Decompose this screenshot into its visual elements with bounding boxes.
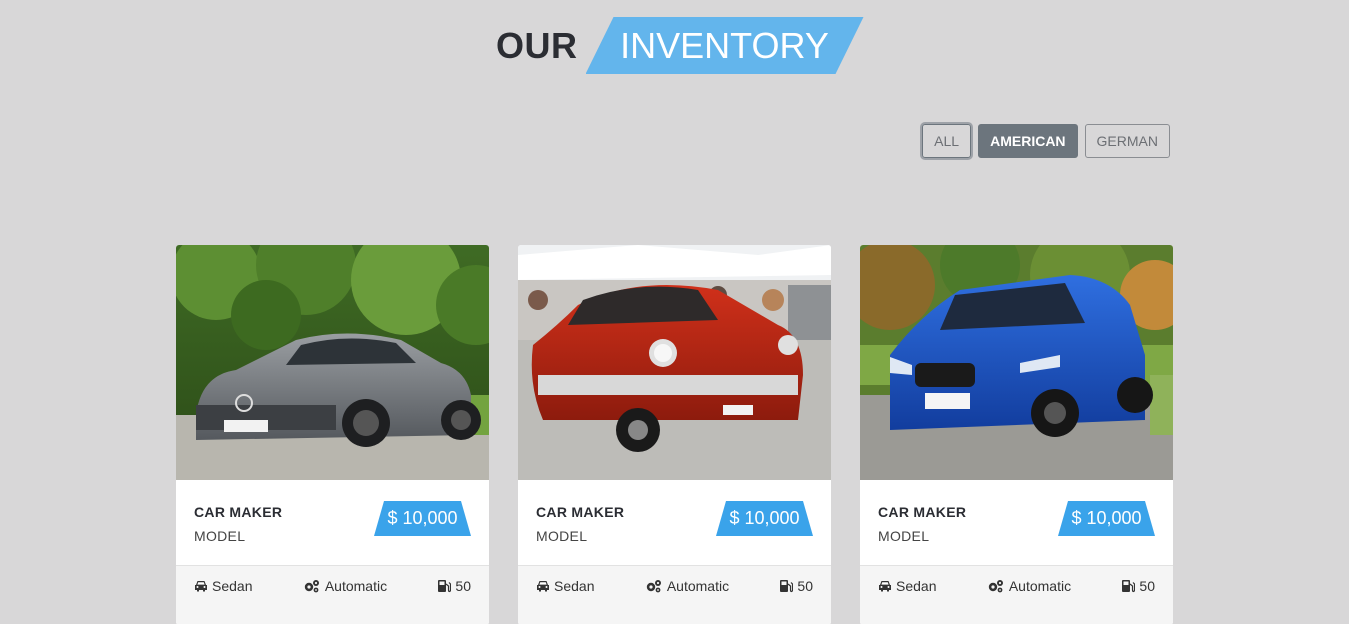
title-accent-text: INVENTORY	[620, 24, 829, 66]
filter-american-button[interactable]: AMERICAN	[978, 124, 1078, 158]
spec-transmission-label: Automatic	[666, 578, 730, 594]
car-card[interactable]: CAR MAKER MODEL $ 10,000 Sedan Automatic…	[860, 245, 1173, 624]
car-icon	[195, 581, 207, 592]
filter-button-group: ALL AMERICAN GERMAN	[922, 124, 1170, 158]
spec-transmission: Automatic	[303, 578, 387, 594]
filter-german-button[interactable]: GERMAN	[1084, 124, 1170, 158]
spec-fuel: 50	[437, 578, 471, 594]
spec-fuel: 50	[779, 578, 813, 594]
car-image[interactable]	[860, 245, 1173, 480]
car-icon	[537, 581, 549, 592]
gas-pump-icon	[1122, 580, 1136, 593]
price-value: $ 10,000	[1071, 508, 1142, 528]
car-maker: CAR MAKER	[536, 504, 625, 520]
spec-body: Sedan	[878, 578, 936, 594]
car-image[interactable]	[518, 245, 831, 480]
spec-transmission: Automatic	[987, 578, 1071, 594]
spec-body-label: Sedan	[896, 578, 937, 594]
car-info: CAR MAKER MODEL $ 10,000	[176, 480, 489, 566]
price-tag: $ 10,000	[374, 501, 471, 536]
price-value: $ 10,000	[729, 508, 800, 528]
car-info: CAR MAKER MODEL $ 10,000	[860, 480, 1173, 566]
spec-body: Sedan	[194, 578, 252, 594]
spec-body-label: Sedan	[212, 578, 253, 594]
spec-transmission: Automatic	[645, 578, 729, 594]
spec-body: Sedan	[536, 578, 594, 594]
spec-body-label: Sedan	[554, 578, 595, 594]
car-icon	[879, 581, 891, 592]
car-card[interactable]: CAR MAKER MODEL $ 10,000 Sedan Automatic…	[176, 245, 489, 624]
gas-pump-icon	[438, 580, 452, 593]
car-specs: Sedan Automatic 50	[518, 566, 831, 624]
price-tag: $ 10,000	[1058, 501, 1155, 536]
spec-fuel-label: 50	[797, 578, 813, 594]
car-specs: Sedan Automatic 50	[176, 566, 489, 624]
spec-fuel: 50	[1121, 578, 1155, 594]
car-maker: CAR MAKER	[194, 504, 283, 520]
car-image[interactable]	[176, 245, 489, 480]
gas-pump-icon	[780, 580, 794, 593]
spec-fuel-label: 50	[455, 578, 471, 594]
spec-transmission-label: Automatic	[1008, 578, 1072, 594]
gears-icon	[646, 580, 661, 593]
title-accent-banner: INVENTORY	[586, 17, 864, 74]
car-model: MODEL	[878, 528, 930, 544]
car-model: MODEL	[536, 528, 588, 544]
section-title: OUR INVENTORY	[496, 17, 864, 74]
car-model: MODEL	[194, 528, 246, 544]
gears-icon	[304, 580, 319, 593]
spec-fuel-label: 50	[1139, 578, 1155, 594]
filter-all-button[interactable]: ALL	[922, 124, 972, 158]
gears-icon	[988, 580, 1003, 593]
car-specs: Sedan Automatic 50	[860, 566, 1173, 624]
price-tag: $ 10,000	[716, 501, 813, 536]
car-maker: CAR MAKER	[878, 504, 967, 520]
car-card[interactable]: CAR MAKER MODEL $ 10,000 Sedan Automatic…	[518, 245, 831, 624]
title-plain: OUR	[496, 24, 578, 66]
car-info: CAR MAKER MODEL $ 10,000	[518, 480, 831, 566]
spec-transmission-label: Automatic	[324, 578, 388, 594]
price-value: $ 10,000	[387, 508, 458, 528]
